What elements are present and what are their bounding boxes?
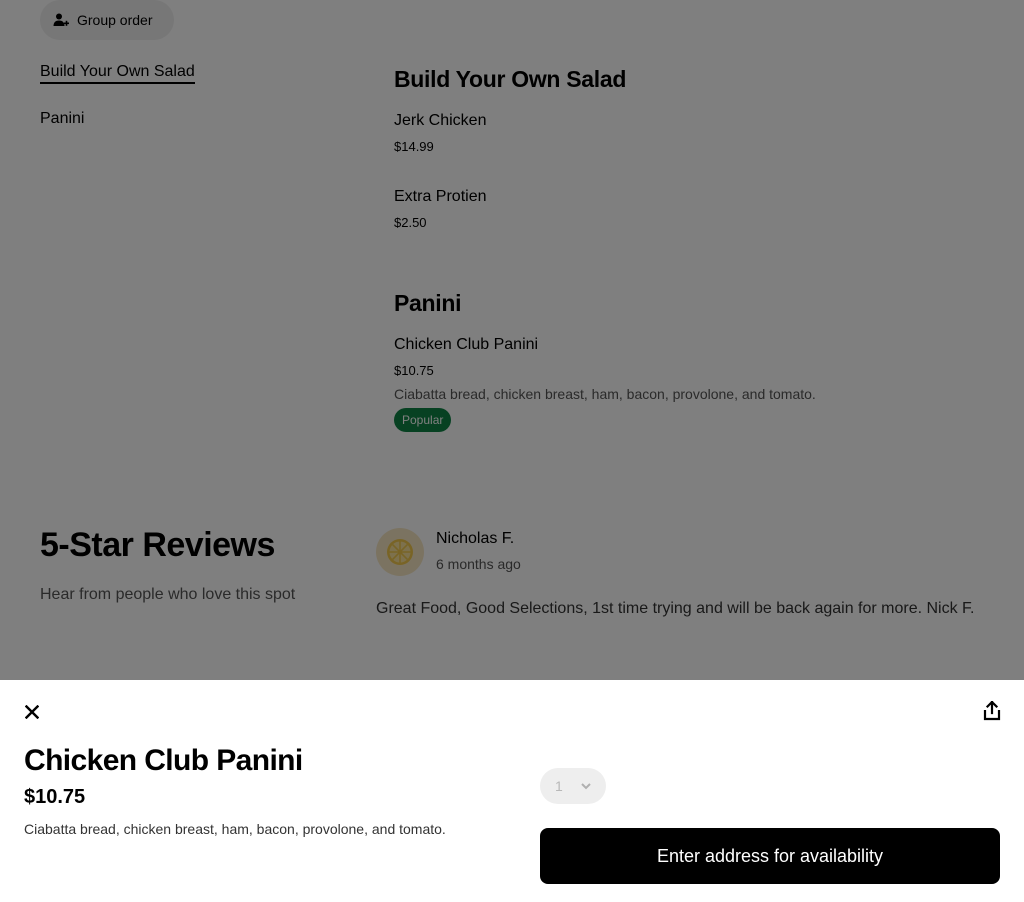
item-detail-sheet: Chicken Club Panini $10.75 Ciabatta brea… <box>0 680 1024 902</box>
share-button[interactable] <box>980 699 1004 723</box>
close-button[interactable] <box>20 700 44 724</box>
share-icon <box>983 701 1001 721</box>
page: Group order Build Your Own Salad Panini … <box>0 0 1024 902</box>
item-price: $10.75 <box>24 786 86 808</box>
quantity-value: 1 <box>555 778 563 794</box>
quantity-select[interactable]: 1 <box>540 768 606 804</box>
enter-address-button[interactable]: Enter address for availability <box>540 828 1000 884</box>
item-description: Ciabatta bread, chicken breast, ham, bac… <box>24 821 446 837</box>
item-title: Chicken Club Panini <box>24 744 303 777</box>
close-icon <box>25 705 39 719</box>
chevron-down-icon <box>581 783 591 790</box>
